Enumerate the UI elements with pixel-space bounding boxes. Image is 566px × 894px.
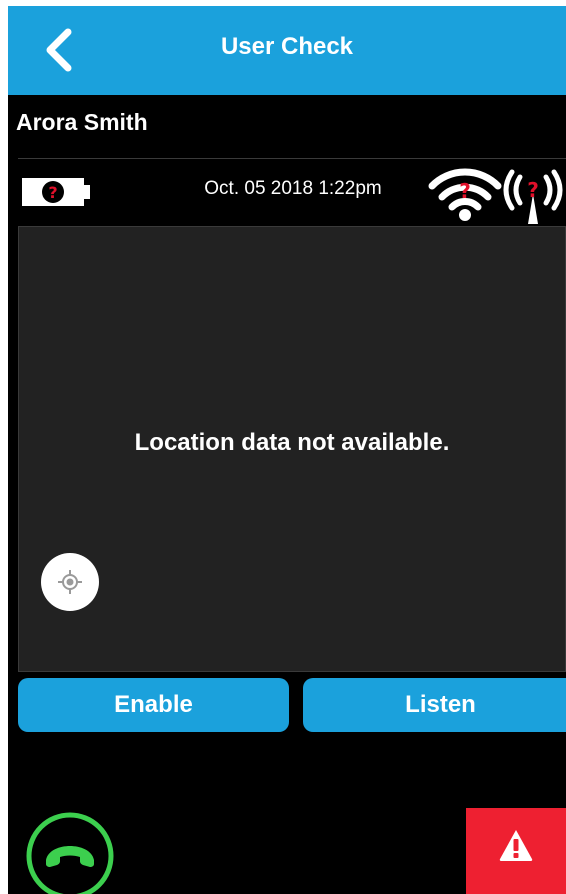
back-button[interactable] (38, 26, 82, 74)
divider (18, 158, 566, 159)
cellular-signal-unknown-icon: ? (500, 164, 566, 226)
location-unavailable-message: Location data not available. (134, 429, 450, 456)
emergency-alert-button[interactable] (466, 808, 566, 894)
listen-button[interactable]: Listen (303, 678, 566, 732)
user-check-screen: User Check Arora Smith ? Oct. 05 2018 1:… (8, 6, 566, 894)
header-bar: User Check (8, 6, 566, 95)
enable-button[interactable]: Enable (18, 678, 289, 732)
location-map: Location data not available. (18, 226, 566, 672)
chevron-left-icon (46, 28, 72, 72)
warning-triangle-icon (499, 830, 533, 861)
user-name: Arora Smith (16, 109, 148, 135)
phone-hangup-icon (26, 812, 114, 894)
locate-button[interactable] (41, 553, 99, 611)
svg-text:?: ? (459, 179, 471, 203)
locate-crosshair-icon (58, 570, 82, 594)
wifi-unknown-icon: ? (428, 166, 502, 222)
svg-text:?: ? (527, 178, 539, 202)
hangup-button[interactable] (26, 812, 114, 894)
page-title: User Check (220, 33, 354, 60)
